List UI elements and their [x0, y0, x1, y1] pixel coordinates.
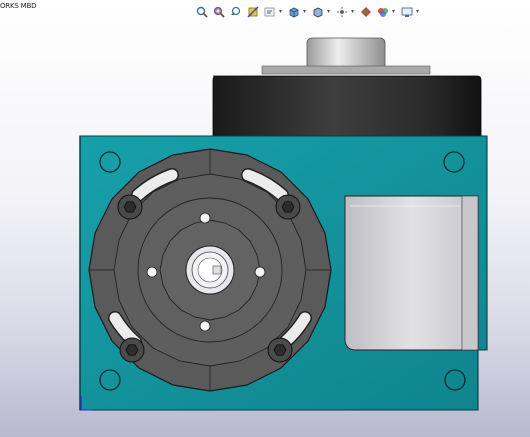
dowel-hole	[146, 266, 158, 278]
motor-assembly[interactable]	[212, 37, 482, 141]
keyway	[212, 265, 222, 275]
access-window-cover[interactable]	[344, 195, 479, 351]
rotary-dial[interactable]	[88, 148, 332, 392]
socket-head-screw[interactable]	[119, 337, 145, 363]
dowel-hole	[199, 320, 211, 332]
socket-head-screw[interactable]	[275, 194, 301, 220]
socket-head-screw[interactable]	[267, 337, 293, 363]
dowel-hole	[199, 212, 211, 224]
shaft-collar	[261, 65, 431, 75]
graphics-area[interactable]	[0, 0, 530, 437]
motor-body[interactable]	[212, 75, 482, 141]
socket-head-screw[interactable]	[117, 194, 143, 220]
dowel-hole	[254, 266, 266, 278]
